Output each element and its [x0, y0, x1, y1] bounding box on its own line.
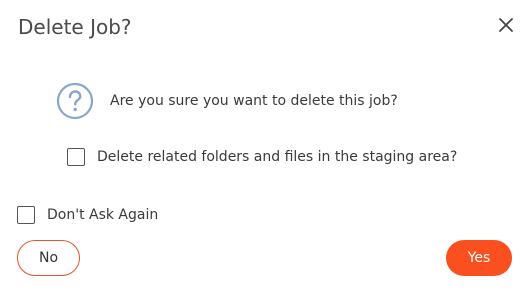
- question-text: Are you sure you want to delete this job…: [110, 93, 398, 109]
- dont-ask-again-option[interactable]: Don't Ask Again: [17, 206, 158, 224]
- dialog-title: Delete Job?: [18, 15, 132, 39]
- close-button[interactable]: [496, 15, 516, 35]
- delete-related-files-checkbox[interactable]: [67, 148, 85, 166]
- dont-ask-again-label[interactable]: Don't Ask Again: [47, 207, 158, 223]
- confirmation-message: Are you sure you want to delete this job…: [56, 82, 398, 120]
- delete-related-files-option[interactable]: Delete related folders and files in the …: [67, 148, 457, 166]
- yes-button[interactable]: Yes: [446, 240, 512, 276]
- no-button[interactable]: No: [17, 240, 80, 276]
- delete-job-dialog: Delete Job? Are you sure you want to del…: [0, 0, 526, 292]
- delete-related-files-label[interactable]: Delete related folders and files in the …: [97, 149, 457, 165]
- close-icon: [499, 18, 513, 32]
- question-circle-icon: [56, 82, 94, 120]
- dont-ask-again-checkbox[interactable]: [17, 206, 35, 224]
